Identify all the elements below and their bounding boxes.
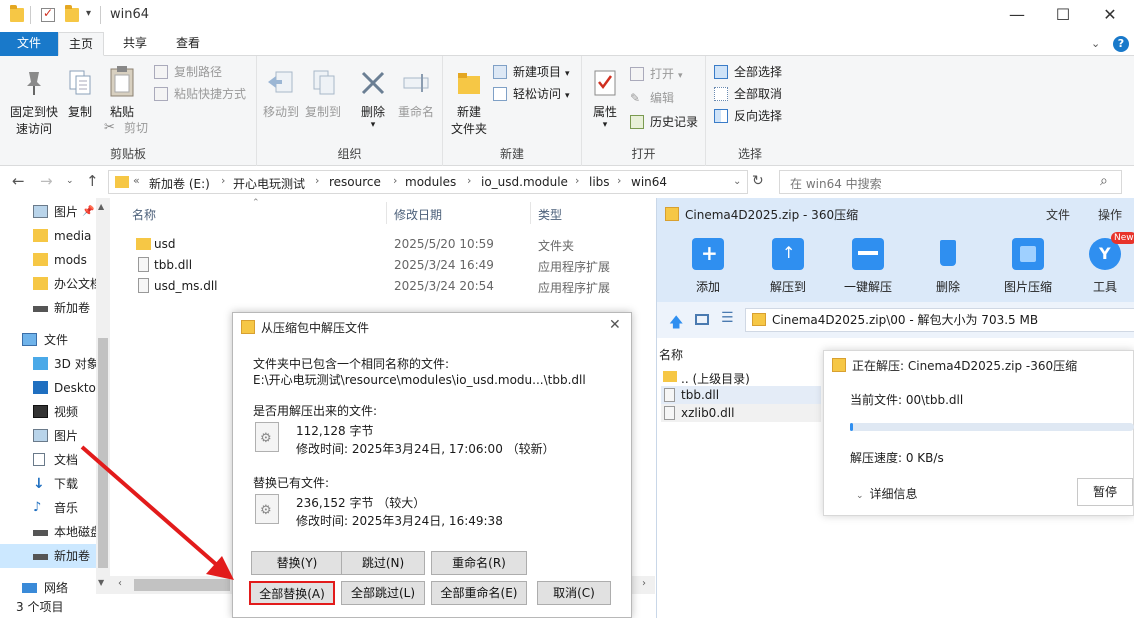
file-explorer-window: ▾ win64 — ☐ ✕ 文件 主页 共享 查看 ⌄ ? 固定到快 速访问: [0, 0, 1134, 618]
red-annotation-arrow: [80, 445, 234, 580]
